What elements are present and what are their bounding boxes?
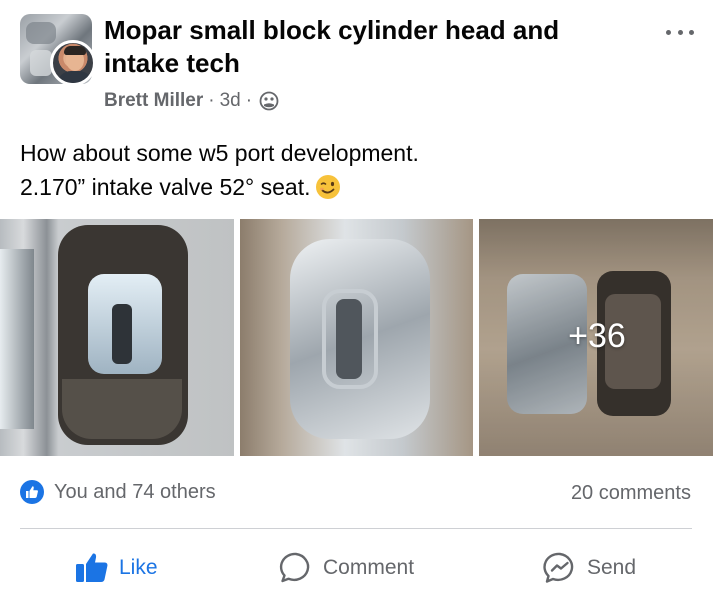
post-text-line: How about some w5 port development.	[20, 140, 419, 166]
group-avatar-detail	[26, 22, 56, 44]
more-dots-icon	[677, 29, 683, 35]
comment-label: Comment	[323, 556, 415, 579]
post-meta: Brett Miller · 3d ·	[104, 90, 279, 112]
post-photo[interactable]	[0, 219, 234, 456]
like-reaction-icon	[20, 480, 44, 504]
comments-count-link[interactable]: 20 comments	[571, 482, 691, 505]
avatar-hair	[64, 46, 86, 55]
like-button[interactable]: Like	[75, 545, 158, 591]
post-header: Mopar small block cylinder head and inta…	[0, 0, 713, 125]
divider	[20, 528, 692, 529]
send-button[interactable]: Send	[543, 545, 636, 591]
more-dots-icon	[689, 29, 694, 35]
reactions-summary[interactable]: You and 74 others	[20, 480, 216, 504]
photo-detail	[112, 304, 132, 364]
like-label: Like	[119, 556, 158, 579]
post-actions-bar: Like Comment Send	[0, 545, 713, 591]
winking-face-emoji-icon	[315, 175, 340, 199]
thumbs-up-icon	[76, 553, 108, 582]
reactions-label: You and 74 others	[54, 480, 216, 503]
meta-separator: ·	[208, 90, 215, 111]
post-body: How about some w5 port development. 2.17…	[20, 136, 700, 204]
post-photo[interactable]	[240, 219, 473, 456]
group-avatar-detail	[30, 50, 52, 76]
meta-separator: ·	[245, 90, 253, 111]
send-label: Send	[587, 556, 637, 579]
comment-button[interactable]: Comment	[279, 545, 414, 591]
more-dots-icon	[666, 29, 671, 35]
more-options-button[interactable]	[660, 22, 700, 42]
avatar-shirt	[57, 71, 93, 83]
photo-detail	[0, 249, 34, 429]
more-photos-count: +36	[568, 317, 626, 355]
photo-detail	[336, 299, 362, 379]
post-text-span: 2.170” intake valve 52° seat.	[20, 174, 311, 200]
author-avatar[interactable]	[50, 40, 96, 86]
messenger-icon	[543, 552, 574, 583]
author-name-link[interactable]: Brett Miller	[104, 90, 203, 112]
group-privacy-icon	[259, 91, 279, 111]
comment-bubble-icon	[279, 552, 310, 583]
photo-detail	[62, 379, 182, 439]
photo-grid: +36	[0, 219, 713, 456]
post-text-line: 2.170” intake valve 52° seat.	[20, 170, 700, 204]
post-time-link[interactable]: 3d	[220, 90, 241, 112]
post-photo-more[interactable]: +36	[479, 219, 713, 456]
group-name-link[interactable]: Mopar small block cylinder head and inta…	[104, 14, 624, 80]
